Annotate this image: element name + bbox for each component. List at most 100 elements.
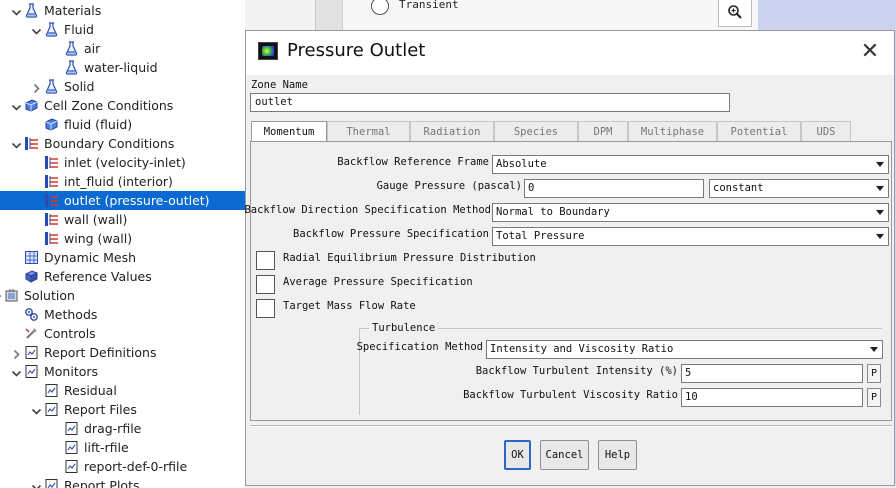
tab-species[interactable]: Species [494, 121, 578, 141]
report-icon [24, 364, 39, 379]
tab-thermal[interactable]: Thermal [327, 121, 410, 141]
specification-method-label: Specification Method [356, 341, 483, 353]
flask-icon [64, 60, 79, 75]
chevron-down-icon[interactable] [10, 96, 22, 115]
tree-item[interactable]: Materials [0, 1, 245, 20]
tree-item[interactable]: water-liquid [0, 58, 245, 77]
tree-item[interactable]: outlet (pressure-outlet) [0, 191, 245, 210]
tab-dpm[interactable]: DPM [578, 121, 628, 141]
tree-item[interactable]: Report Files [0, 400, 245, 419]
chevron-down-icon [876, 234, 884, 239]
tree-item[interactable]: Dynamic Mesh [0, 248, 245, 267]
chevron-down-icon[interactable] [0, 286, 2, 305]
tree-item[interactable]: Boundary Conditions [0, 134, 245, 153]
tree-item[interactable]: Controls [0, 324, 245, 343]
tab-radiation[interactable]: Radiation [410, 121, 494, 141]
turbulence-group-label: Turbulence [369, 322, 439, 334]
methods-icon [24, 307, 39, 322]
viscosity-parameter-button[interactable]: P [867, 388, 881, 407]
dialog-titlebar: Pressure Outlet ✕ [246, 31, 894, 75]
tree-item-label: fluid (fluid) [64, 117, 133, 132]
transient-radio-label: Transient [399, 0, 459, 11]
backflow-turbulent-intensity-input[interactable]: 5 [681, 364, 863, 383]
target-mass-flow-checkbox[interactable] [256, 299, 275, 318]
tab-potential[interactable]: Potential [717, 121, 801, 141]
report-icon [64, 421, 79, 436]
backflow-pressure-spec-select[interactable]: Total Pressure [492, 227, 889, 246]
chevron-down-icon[interactable] [10, 134, 22, 153]
tree-item[interactable]: air [0, 39, 245, 58]
backflow-direction-select[interactable]: Normal to Boundary [492, 203, 889, 222]
tree-item-label: Cell Zone Conditions [44, 98, 174, 113]
tree-item[interactable]: Residual [0, 381, 245, 400]
target-mass-flow-label: Target Mass Flow Rate [283, 300, 416, 312]
tree-item[interactable]: Monitors [0, 362, 245, 381]
report-icon [24, 345, 39, 360]
tree-item-label: drag-rfile [84, 421, 142, 436]
tree-item[interactable]: fluid (fluid) [0, 115, 245, 134]
graphics-window [758, 0, 896, 30]
gauge-pressure-profile-select[interactable]: constant [709, 179, 889, 198]
backflow-turbulent-intensity-label: Backflow Turbulent Intensity (%) [475, 365, 678, 377]
chevron-right-icon[interactable] [10, 343, 22, 362]
chevron-down-icon [876, 162, 884, 167]
backflow-pressure-spec-value: Total Pressure [496, 230, 585, 242]
radial-equilibrium-checkbox[interactable] [256, 251, 275, 270]
help-button[interactable]: Help [598, 440, 637, 470]
chevron-down-icon[interactable] [10, 362, 22, 381]
fluent-app-icon [258, 42, 278, 60]
chevron-down-icon[interactable] [30, 20, 42, 39]
tree-item[interactable]: wing (wall) [0, 229, 245, 248]
flask-icon [44, 79, 59, 94]
tree-item[interactable]: lift-rfile [0, 438, 245, 457]
tab-multiphase[interactable]: Multiphase [628, 121, 717, 141]
tree-item[interactable]: Solid [0, 77, 245, 96]
gauge-pressure-profile-value: constant [713, 182, 764, 194]
tree-item[interactable]: Report Definitions [0, 343, 245, 362]
tree-item[interactable]: Methods [0, 305, 245, 324]
tree-item[interactable]: Report Plots [0, 476, 245, 488]
backflow-turbulent-viscosity-input[interactable]: 10 [681, 388, 863, 407]
specification-method-select[interactable]: Intensity and Viscosity Ratio [486, 340, 883, 359]
chevron-down-icon[interactable] [30, 476, 42, 488]
ok-button[interactable]: OK [504, 440, 531, 470]
tree-item[interactable]: Solution [0, 286, 245, 305]
tree-item[interactable]: drag-rfile [0, 419, 245, 438]
zone-name-input[interactable]: outlet [250, 93, 730, 112]
gauge-pressure-input[interactable]: 0 [524, 179, 704, 198]
tree-item[interactable]: Reference Values [0, 267, 245, 286]
tree-item[interactable]: Fluid [0, 20, 245, 39]
chevron-down-icon [876, 186, 884, 191]
chevron-down-icon[interactable] [10, 1, 22, 20]
tree-item-label: Reference Values [44, 269, 152, 284]
tree-item[interactable]: inlet (velocity-inlet) [0, 153, 245, 172]
tree-item-label: Methods [44, 307, 98, 322]
tree-item-label: Monitors [44, 364, 99, 379]
tree-item-label: water-liquid [84, 60, 158, 75]
tab-uds[interactable]: UDS [801, 121, 851, 141]
chevron-down-icon[interactable] [30, 400, 42, 419]
dialog-separator [250, 425, 892, 427]
tree-item[interactable]: Cell Zone Conditions [0, 96, 245, 115]
tab-momentum[interactable]: Momentum [251, 121, 327, 142]
close-icon[interactable]: ✕ [858, 41, 882, 65]
tree-item[interactable]: wall (wall) [0, 210, 245, 229]
tree-item[interactable]: report-def-0-rfile [0, 457, 245, 476]
intensity-parameter-button[interactable]: P [867, 364, 881, 383]
background-scrollbar[interactable] [315, 0, 342, 30]
zoom-in-icon[interactable] [718, 0, 752, 27]
chevron-down-icon [870, 347, 878, 352]
tree-item[interactable]: int_fluid (interior) [0, 172, 245, 191]
solution-icon [4, 288, 19, 303]
backflow-reference-frame-select[interactable]: Absolute [492, 155, 889, 174]
flask-icon [64, 41, 79, 56]
chevron-right-icon[interactable] [30, 77, 42, 96]
cancel-button[interactable]: Cancel [540, 440, 589, 470]
cube-icon [44, 117, 59, 132]
average-pressure-checkbox[interactable] [256, 275, 275, 294]
